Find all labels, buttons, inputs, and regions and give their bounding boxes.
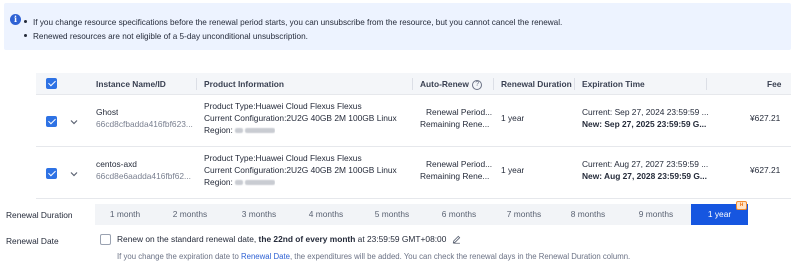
row-checkbox[interactable] (46, 168, 57, 179)
row-checkbox[interactable] (46, 116, 57, 127)
header-instance: Instance Name/ID (96, 79, 166, 89)
renewal-duration: 1 year (501, 113, 525, 123)
duration-option-5-months[interactable]: 5 months (359, 204, 425, 225)
promo-badge-icon: ʜ (736, 201, 747, 210)
product-region: Region: (204, 177, 275, 187)
instance-name: Ghost (96, 107, 119, 117)
chevron-down-icon[interactable] (70, 170, 78, 178)
header-duration: Renewal Duration (501, 79, 572, 89)
notice-line-1: If you change resource specifications be… (24, 18, 562, 27)
header-expiration: Expiration Time (582, 79, 645, 89)
info-notice: i If you change resource specifications … (4, 3, 791, 50)
duration-option-1-year[interactable]: 1 year ʜ (691, 201, 748, 225)
product-config: Current Configuration:2U2G 40GB 2M 100GB… (204, 113, 397, 123)
expiration-current: Current: Sep 27, 2024 23:59:59 ... (582, 107, 709, 117)
auto-renew-remaining: Remaining Rene... (420, 119, 490, 129)
renewal-date-label: Renewal Date (6, 236, 59, 246)
auto-renew-remaining: Remaining Rene... (420, 171, 490, 181)
duration-option-4-months[interactable]: 4 months (293, 204, 359, 225)
header-product: Product Information (204, 79, 285, 89)
fee-value: ¥627.21 (750, 113, 781, 123)
duration-option-2-months[interactable]: 2 months (155, 204, 225, 225)
standard-renewal-date-checkbox[interactable] (100, 234, 111, 245)
instance-name: centos-axd (96, 159, 137, 169)
header-fee: Fee (767, 79, 782, 89)
edit-icon[interactable] (452, 235, 461, 244)
product-config: Current Configuration:2U2G 40GB 2M 100GB… (204, 165, 397, 175)
renewal-duration: 1 year (501, 165, 525, 175)
renewal-duration-selector: 1 month 2 months 3 months 4 months 5 mon… (95, 201, 748, 225)
expiration-current: Current: Aug 27, 2027 23:59:59 ... (582, 159, 709, 169)
fee-value: ¥627.21 (750, 165, 781, 175)
select-all-checkbox[interactable] (46, 78, 57, 89)
duration-option-7-months[interactable]: 7 months (493, 204, 555, 225)
renewal-date-hint: If you change the expiration date to Ren… (117, 252, 631, 261)
info-icon: i (10, 14, 21, 25)
expiration-new: New: Sep 27, 2025 23:59:59 G... (582, 119, 707, 129)
renewal-date-link[interactable]: Renewal Date (241, 252, 290, 261)
expiration-new: New: Aug 27, 2028 23:59:59 G... (582, 171, 707, 181)
instance-id: 66cd8cfbadda416fbf623... (96, 119, 193, 129)
product-region: Region: (204, 125, 275, 135)
renewal-table: Instance Name/ID Product Information Aut… (36, 73, 791, 199)
duration-option-9-months[interactable]: 9 months (621, 204, 691, 225)
duration-option-1-month[interactable]: 1 month (95, 204, 155, 225)
instance-id: 66cd8e6aadda416fbf62... (96, 171, 192, 181)
table-header: Instance Name/ID Product Information Aut… (36, 73, 791, 95)
duration-option-6-months[interactable]: 6 months (425, 204, 493, 225)
standard-renewal-date-text: Renew on the standard renewal date, the … (117, 234, 461, 244)
chevron-down-icon[interactable] (70, 118, 78, 126)
product-type: Product Type:Huawei Cloud Flexus Flexus (204, 153, 362, 163)
notice-line-2: Renewed resources are not eligible of a … (24, 32, 308, 41)
auto-renew-period: Renewal Period... (426, 107, 492, 117)
duration-option-3-months[interactable]: 3 months (225, 204, 293, 225)
renewal-duration-label: Renewal Duration (6, 210, 73, 220)
duration-option-8-months[interactable]: 8 months (555, 204, 621, 225)
header-auto-renew: Auto-Renew ? (420, 73, 483, 95)
product-type: Product Type:Huawei Cloud Flexus Flexus (204, 101, 362, 111)
table-row: Ghost 66cd8cfbadda416fbf623... Product T… (36, 95, 791, 147)
table-row: centos-axd 66cd8e6aadda416fbf62... Produ… (36, 147, 791, 199)
help-icon[interactable]: ? (472, 79, 483, 90)
auto-renew-period: Renewal Period... (426, 159, 492, 169)
